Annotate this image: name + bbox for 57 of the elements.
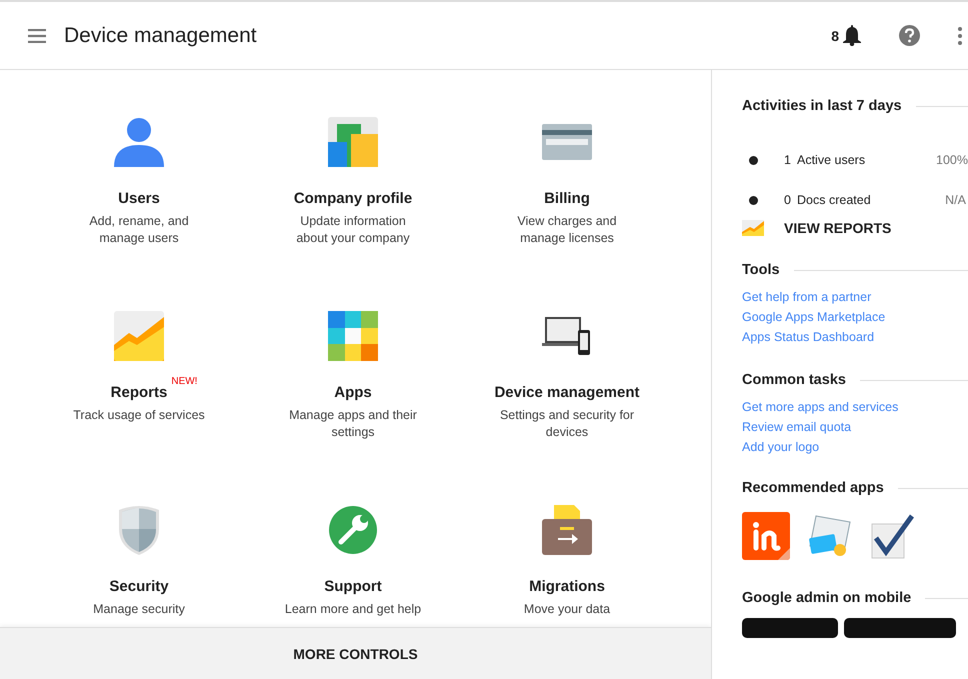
stat-value: 100%	[936, 153, 966, 167]
credit-card-icon	[542, 124, 592, 160]
task-link[interactable]: Review email quota	[742, 420, 968, 434]
card-title[interactable]: Migrations	[529, 578, 605, 595]
help-icon[interactable]	[899, 25, 920, 46]
chart-icon	[742, 220, 764, 236]
card-description: View charges and manage licenses	[516, 213, 618, 247]
section-title: Recommended apps	[742, 480, 884, 496]
stat-value: N/A	[944, 193, 966, 207]
wrench-icon	[329, 506, 377, 554]
card-description: Manage security	[92, 601, 186, 618]
task-link[interactable]: Get more apps and services	[742, 400, 968, 414]
notification-count: 8	[831, 28, 839, 44]
card-description: Learn more and get help	[284, 601, 422, 618]
laptop-phone-icon	[542, 317, 592, 355]
box-arrow-icon	[542, 505, 592, 555]
more-controls-button[interactable]: MORE CONTROLS	[0, 627, 711, 679]
card-title[interactable]: Security	[109, 578, 169, 595]
section-title: Activities in last 7 days	[742, 98, 902, 114]
stat-count: 0	[784, 193, 792, 207]
person-icon	[114, 117, 164, 167]
new-label: NEW!	[171, 376, 198, 387]
card-description: Update information about your company	[295, 213, 411, 247]
section-title: Tools	[742, 262, 780, 278]
card-title[interactable]: Company profile	[294, 190, 412, 207]
card-title[interactable]: Device management	[494, 384, 640, 401]
checkmark-icon[interactable]	[870, 512, 914, 560]
bell-icon[interactable]	[843, 25, 861, 46]
tool-link[interactable]: Apps Status Dashboard	[742, 330, 968, 344]
app-grid-icon	[328, 311, 378, 361]
tool-link[interactable]: Get help from a partner	[742, 290, 968, 304]
bullet-icon	[749, 156, 758, 164]
section-title: Common tasks	[742, 372, 846, 388]
app-logo-icon[interactable]	[742, 512, 790, 560]
bullet-icon	[749, 196, 758, 204]
stat-label: Docs created	[797, 193, 872, 207]
task-link[interactable]: Add your logo	[742, 440, 968, 454]
more-icon[interactable]	[958, 26, 962, 44]
card-description: Manage apps and their settings	[288, 407, 418, 441]
shield-icon	[116, 505, 162, 555]
section-title: Google admin on mobile	[742, 590, 912, 606]
card-title[interactable]: Billing	[544, 190, 590, 207]
stat-label: Active users	[797, 153, 866, 167]
chart-icon	[114, 311, 164, 361]
card-title[interactable]: Support	[324, 578, 382, 595]
card-description: Settings and security for devices	[498, 407, 636, 441]
card-title[interactable]: Users	[118, 190, 160, 207]
view-reports-link[interactable]: VIEW REPORTS	[784, 220, 892, 236]
tool-link[interactable]: Google Apps Marketplace	[742, 310, 968, 324]
page-title: Device management	[64, 24, 258, 48]
menu-icon[interactable]	[28, 28, 46, 42]
card-title[interactable]: Apps	[334, 384, 372, 401]
buildings-icon	[328, 117, 378, 167]
card-description: Move your data	[522, 601, 612, 618]
card-description: Track usage of services	[72, 407, 206, 424]
stat-count: 1	[784, 153, 792, 167]
card-description: Add, rename, and manage users	[88, 213, 190, 247]
